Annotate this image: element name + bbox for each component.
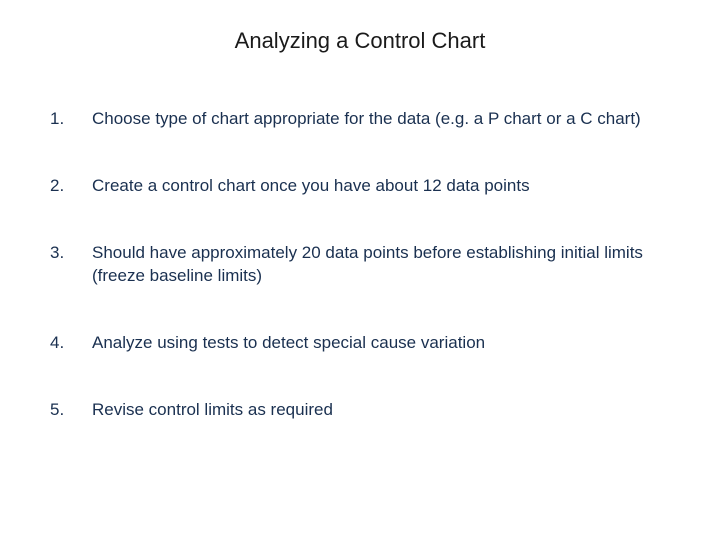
item-marker: 1. bbox=[48, 108, 92, 131]
page-title: Analyzing a Control Chart bbox=[48, 28, 672, 54]
item-text: Should have approximately 20 data points… bbox=[92, 242, 672, 288]
list-item: 5. Revise control limits as required bbox=[48, 399, 672, 422]
item-marker: 4. bbox=[48, 332, 92, 355]
item-text: Create a control chart once you have abo… bbox=[92, 175, 672, 198]
list-item: 1. Choose type of chart appropriate for … bbox=[48, 108, 672, 131]
item-marker: 2. bbox=[48, 175, 92, 198]
item-text: Analyze using tests to detect special ca… bbox=[92, 332, 672, 355]
item-text: Choose type of chart appropriate for the… bbox=[92, 108, 672, 131]
numbered-list: 1. Choose type of chart appropriate for … bbox=[48, 108, 672, 422]
list-item: 4. Analyze using tests to detect special… bbox=[48, 332, 672, 355]
item-marker: 3. bbox=[48, 242, 92, 265]
list-item: 3. Should have approximately 20 data poi… bbox=[48, 242, 672, 288]
item-text: Revise control limits as required bbox=[92, 399, 672, 422]
list-item: 2. Create a control chart once you have … bbox=[48, 175, 672, 198]
item-marker: 5. bbox=[48, 399, 92, 422]
